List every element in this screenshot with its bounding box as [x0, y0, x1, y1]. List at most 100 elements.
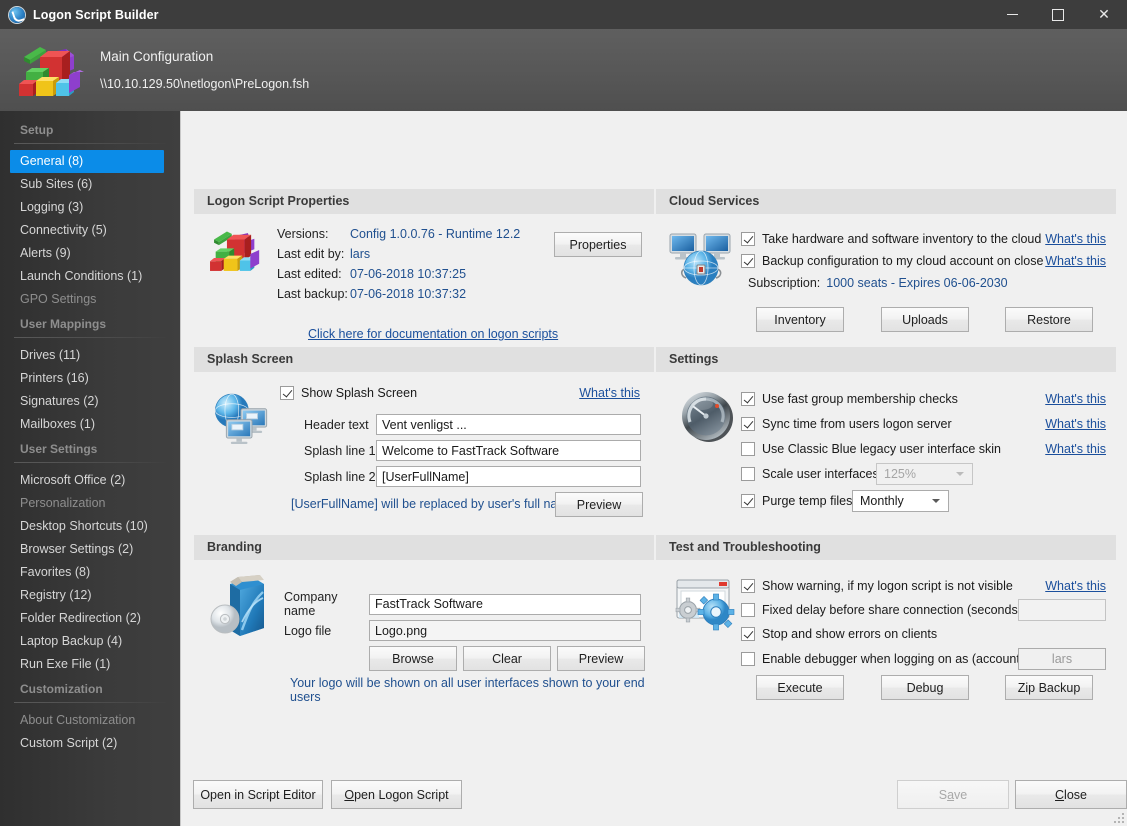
show-splash-row: Show Splash Screen What's this — [280, 386, 640, 400]
close-button[interactable]: Close — [1015, 780, 1127, 809]
sidebar-item-run-exe-file[interactable]: Run Exe File (1) — [0, 653, 180, 676]
close-icon: ✕ — [1098, 6, 1110, 23]
classic-blue-skin-whats-this-link[interactable]: What's this — [1045, 442, 1106, 456]
minimize-button[interactable] — [989, 0, 1035, 29]
sidebar-item-personalization[interactable]: Personalization — [0, 492, 180, 515]
debug-button[interactable]: Debug — [881, 675, 969, 700]
sidebar-item-general[interactable]: General (8) — [10, 150, 164, 173]
sidebar-item-launch-conditions[interactable]: Launch Conditions (1) — [0, 265, 180, 288]
splash-line-2-input[interactable] — [376, 466, 641, 487]
fixed-delay-checkbox[interactable] — [741, 603, 755, 617]
properties-button[interactable]: Properties — [554, 232, 642, 257]
open-in-script-editor-button[interactable]: Open in Script Editor — [193, 780, 323, 809]
app-logo-icon — [9, 6, 25, 23]
cloud-backup-whats-this-link[interactable]: What's this — [1045, 254, 1106, 268]
last-backup-value: 07-06-2018 10:37:32 — [350, 287, 467, 301]
debugger-account-input[interactable] — [1018, 648, 1106, 670]
sidebar-item-signatures[interactable]: Signatures (2) — [0, 390, 180, 413]
close-window-button[interactable]: ✕ — [1081, 0, 1127, 29]
fast-group-checks-whats-this-link[interactable]: What's this — [1045, 392, 1106, 406]
sidebar-item-connectivity[interactable]: Connectivity (5) — [0, 219, 180, 242]
sidebar-item-browser-settings[interactable]: Browser Settings (2) — [0, 538, 180, 561]
company-name-input[interactable] — [369, 593, 641, 615]
fixed-delay-row: Fixed delay before share connection (sec… — [741, 598, 1106, 622]
uploads-button[interactable]: Uploads — [881, 307, 969, 332]
building-blocks-icon — [14, 39, 86, 101]
header-path: \\10.10.129.50\netlogon\PreLogon.fsh — [100, 77, 310, 91]
sidebar-item-custom-script[interactable]: Custom Script (2) — [0, 732, 180, 755]
clear-logo-button[interactable]: Clear — [463, 646, 551, 671]
company-name-label: Company name — [284, 590, 338, 618]
show-splash-checkbox[interactable] — [280, 386, 294, 400]
sidebar-item-drives[interactable]: Drives (11) — [0, 344, 180, 367]
purge-frequency-select[interactable]: Monthly — [852, 490, 949, 512]
sidebar-item-folder-redirection[interactable]: Folder Redirection (2) — [0, 607, 180, 630]
maximize-button[interactable] — [1035, 0, 1081, 29]
header-text-input[interactable] — [376, 414, 641, 435]
documentation-link[interactable]: Click here for documentation on logon sc… — [308, 327, 558, 341]
scale-ui-select[interactable]: 125% — [876, 463, 973, 485]
inventory-button[interactable]: Inventory — [756, 307, 844, 332]
browse-logo-button[interactable]: Browse — [369, 646, 457, 671]
preview-logo-button[interactable]: Preview — [557, 646, 645, 671]
cloud-inventory-checkbox[interactable] — [741, 232, 755, 246]
sidebar-item-laptop-backup[interactable]: Laptop Backup (4) — [0, 630, 180, 653]
chevron-down-icon — [932, 499, 940, 503]
sidebar-item-mailboxes[interactable]: Mailboxes (1) — [0, 413, 180, 436]
sidebar-item-logging[interactable]: Logging (3) — [0, 196, 180, 219]
stop-show-errors-checkbox[interactable] — [741, 627, 755, 641]
versions-value: Config 1.0.0.76 - Runtime 12.2 — [350, 227, 521, 241]
save-button[interactable]: Save — [897, 780, 1009, 809]
sidebar-item-about-customization[interactable]: About Customization — [0, 709, 180, 732]
enable-debugger-checkbox[interactable] — [741, 652, 755, 666]
sidebar-item-microsoft-office[interactable]: Microsoft Office (2) — [0, 469, 180, 492]
cloud-inventory-whats-this-link[interactable]: What's this — [1045, 232, 1106, 246]
sidebar-item-alerts[interactable]: Alerts (9) — [0, 242, 180, 265]
main-content: Logon Script Properties Versions: Config… — [180, 111, 1127, 826]
fast-group-checks-label: Use fast group membership checks — [762, 391, 958, 406]
classic-blue-skin-checkbox[interactable] — [741, 441, 755, 456]
sync-time-whats-this-link[interactable]: What's this — [1045, 417, 1106, 431]
show-warning-whats-this-link[interactable]: What's this — [1045, 579, 1106, 593]
window-title-bar: Logon Script Builder ✕ — [0, 0, 1127, 29]
splash-whats-this-link[interactable]: What's this — [579, 386, 640, 400]
splash-line-1-input[interactable] — [376, 440, 641, 461]
show-warning-row: Show warning, if my logon script is not … — [741, 574, 1106, 598]
fixed-delay-input[interactable] — [1018, 599, 1106, 621]
panel-splash-screen: Splash Screen Show Splash Screen What's … — [194, 347, 654, 535]
cloud-backup-checkbox[interactable] — [741, 254, 755, 268]
panel-title: Cloud Services — [656, 189, 1116, 214]
fast-group-checks-checkbox[interactable] — [741, 391, 755, 406]
scale-ui-checkbox[interactable] — [741, 467, 755, 481]
sync-time-checkbox[interactable] — [741, 416, 755, 431]
sidebar-item-registry[interactable]: Registry (12) — [0, 584, 180, 607]
last-edit-by-label: Last edit by: — [277, 247, 345, 261]
sidebar-item-desktop-shortcuts[interactable]: Desktop Shortcuts (10) — [0, 515, 180, 538]
sync-time-row: Sync time from users logon server What's… — [741, 411, 1106, 436]
sidebar-item-sub-sites[interactable]: Sub Sites (6) — [0, 173, 180, 196]
sidebar-item-printers[interactable]: Printers (16) — [0, 367, 180, 390]
show-warning-checkbox[interactable] — [741, 579, 755, 593]
sidebar-divider — [14, 462, 166, 463]
purge-temp-files-row: Purge temp files Monthly — [741, 487, 1106, 515]
open-logon-script-button[interactable]: Open Logon Script — [331, 780, 462, 809]
sidebar-item-favorites[interactable]: Favorites (8) — [0, 561, 180, 584]
zip-backup-button[interactable]: Zip Backup — [1005, 675, 1093, 700]
purge-temp-files-checkbox[interactable] — [741, 494, 755, 508]
panel-settings: Settings Use fast group membership check… — [656, 347, 1116, 535]
splash-line-1-label: Splash line 1 — [304, 443, 376, 458]
versions-label: Versions: — [277, 227, 329, 241]
execute-button[interactable]: Execute — [756, 675, 844, 700]
logo-file-input[interactable] — [369, 620, 641, 641]
fast-group-checks-row: Use fast group membership checks What's … — [741, 386, 1106, 411]
splash-preview-button[interactable]: Preview — [555, 492, 643, 517]
panel-branding: Branding Company name FastTrack Software… — [194, 535, 654, 720]
resize-grip[interactable] — [1114, 813, 1124, 823]
last-edited-label: Last edited: — [277, 267, 342, 281]
restore-button[interactable]: Restore — [1005, 307, 1093, 332]
scale-ui-row: Scale user interfaces to 125% — [741, 461, 1106, 487]
stop-show-errors-row: Stop and show errors on clients — [741, 622, 1106, 646]
panel-logon-script-properties: Logon Script Properties Versions: Config… — [194, 189, 654, 347]
sidebar-item-gpo-settings[interactable]: GPO Settings — [0, 288, 180, 311]
fixed-delay-label: Fixed delay before share connection (sec… — [762, 603, 1026, 617]
